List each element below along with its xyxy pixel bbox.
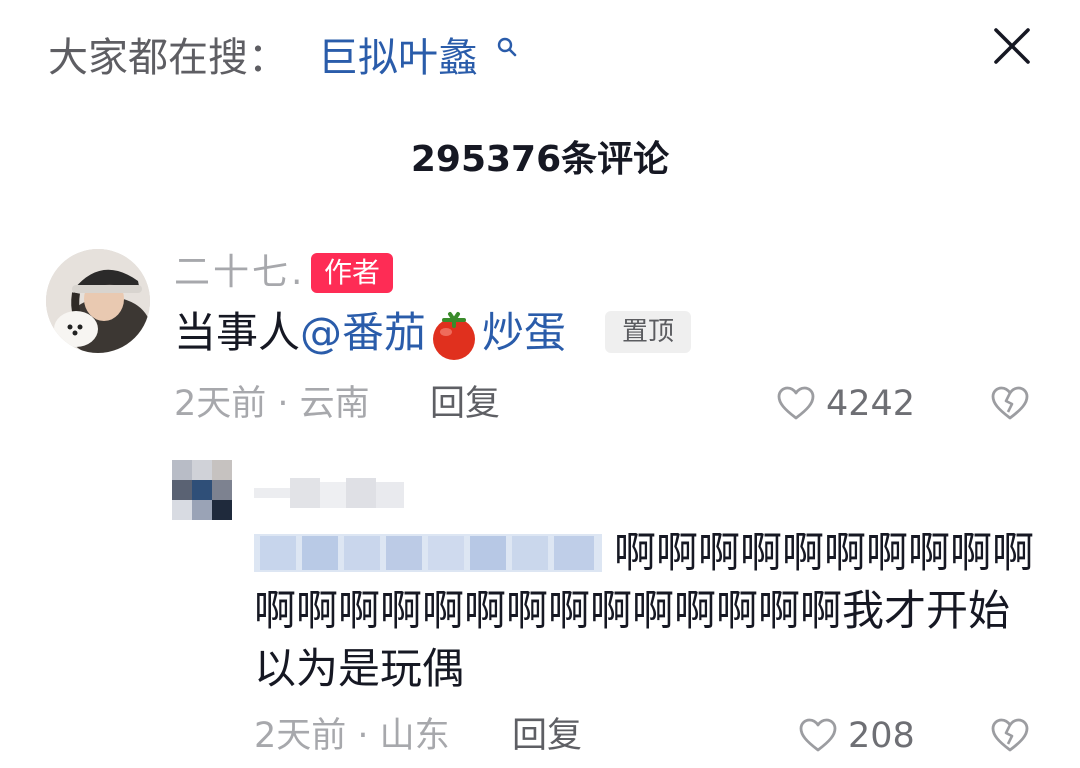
like-count: 208	[848, 716, 915, 756]
mention-text-suffix: 炒蛋	[482, 308, 567, 357]
avatar[interactable]	[46, 249, 150, 353]
comment-meta: 2天前 · 山东	[254, 716, 450, 756]
reply-button[interactable]: 回复	[512, 712, 582, 760]
comment-text: 当事人 @番茄 炒蛋	[174, 304, 566, 362]
tomato-emoji-icon	[433, 311, 476, 360]
heart-icon[interactable]	[776, 384, 816, 424]
comment-meta: 2天前 · 云南	[174, 384, 370, 424]
comment-text: 啊啊啊啊啊啊啊啊啊啊啊啊啊啊啊啊啊啊啊啊啊啊啊啊我才开始以为是玩偶	[254, 528, 1035, 693]
search-prefix-label: 大家都在搜：	[48, 35, 288, 81]
heart-icon[interactable]	[798, 716, 838, 756]
mention-link[interactable]: @番茄 炒蛋	[300, 304, 566, 362]
search-suggestion-link[interactable]: 巨拟叶蠡	[318, 30, 478, 86]
pinned-badge: 置顶	[605, 311, 691, 353]
broken-heart-icon[interactable]	[990, 384, 1030, 424]
comment-count-title: 295376条评论	[410, 139, 670, 180]
mention-text: @番茄	[300, 308, 427, 357]
username-blurred[interactable]	[254, 472, 404, 512]
broken-heart-icon[interactable]	[990, 716, 1030, 756]
author-badge: 作者	[311, 253, 393, 293]
search-icon[interactable]	[496, 36, 518, 58]
username[interactable]: 二十七.	[174, 250, 305, 296]
comment-text-prefix: 当事人	[174, 308, 301, 357]
avatar-blurred[interactable]	[172, 460, 232, 520]
close-icon[interactable]	[988, 22, 1036, 70]
like-count: 4242	[826, 384, 916, 424]
reply-button[interactable]: 回复	[430, 380, 500, 428]
